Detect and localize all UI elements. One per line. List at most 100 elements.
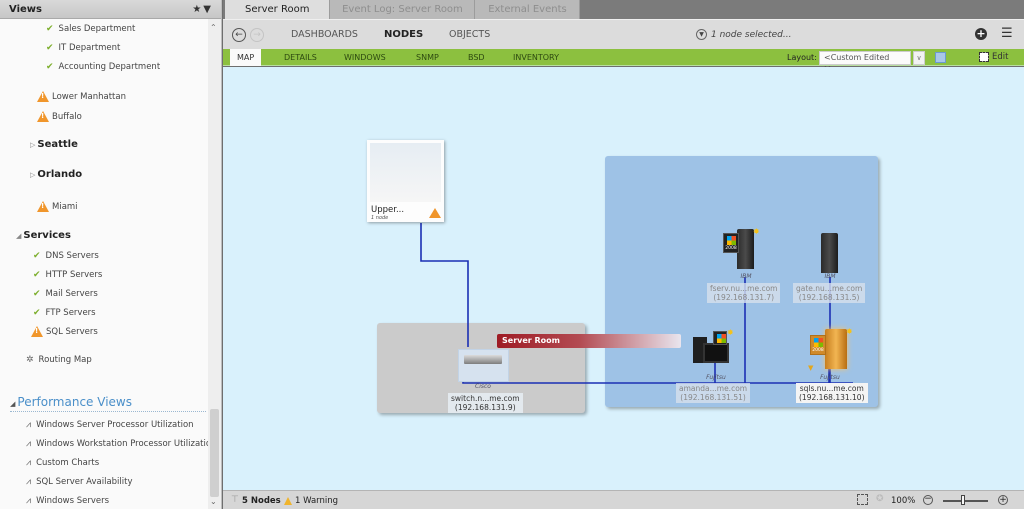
tree-item-routing-map[interactable]: ✲ Routing Map (26, 355, 92, 365)
node-name: fserv.nu...me.com (710, 284, 778, 293)
performance-views-header[interactable]: ◢ Performance Views (10, 395, 132, 409)
submap-count: 1 node (371, 215, 389, 221)
tree-item-lower-manhattan[interactable]: Lower Manhattan (37, 91, 126, 102)
node-ip: (192.168.131.10) (799, 393, 865, 402)
node-selection-box (458, 349, 509, 382)
node-vendor: Cisco (475, 383, 491, 390)
edit-label: Edit (992, 52, 1009, 62)
perf-item-label: Windows Workstation Processor Utilizatio… (36, 439, 208, 449)
menu-icon[interactable]: ☰ (1001, 27, 1013, 41)
status-bar: ⊤ 5 Nodes 1 Warning ✪ 100% − + (223, 490, 1024, 509)
subtab-map[interactable]: MAP (230, 49, 262, 66)
subtab-inventory[interactable]: INVENTORY (513, 49, 559, 66)
warning-icon: ▼ (808, 364, 814, 372)
back-button[interactable]: ← (232, 28, 246, 42)
tree-item-miami[interactable]: Miami (37, 201, 78, 212)
server-icon (825, 329, 847, 369)
node-label: switch.n...me.com (192.168.131.9) (448, 393, 523, 413)
tree-item-buffalo[interactable]: Buffalo (37, 111, 82, 122)
warnings-count[interactable]: 1 Warning (284, 496, 338, 506)
tab-event-log[interactable]: Event Log: Server Room (330, 0, 476, 19)
chevron-down-icon[interactable]: ∨ (913, 51, 925, 65)
filter-icon[interactable]: ▼ (203, 4, 213, 15)
tree-item-label: Orlando (37, 169, 83, 180)
zoom-in-button[interactable]: + (998, 495, 1008, 505)
collapse-icon[interactable]: ◢ (16, 232, 21, 240)
subtab-bsd[interactable]: BSD (468, 49, 485, 66)
perf-item-custom-charts[interactable]: ⩘ Custom Charts (26, 458, 99, 468)
star-icon[interactable]: ★ (192, 4, 203, 15)
zoom-slider[interactable] (943, 500, 988, 502)
subtab-snmp[interactable]: SNMP (416, 49, 439, 66)
nav-bar: ← → DASHBOARDS NODES OBJECTS ▼ 1 node sel… (223, 19, 1024, 49)
scroll-down-icon[interactable]: ⌄ (210, 497, 217, 506)
tree-item-orlando[interactable]: ▷ Orlando (30, 169, 82, 180)
link-submap-switch[interactable] (420, 223, 469, 347)
tree-item-http-servers[interactable]: ✔ HTTP Servers (33, 270, 102, 280)
group-label-server-room[interactable]: Server Room (497, 334, 681, 348)
monitor-icon (703, 343, 729, 363)
sidebar-scrollbar[interactable]: ⌃ ⌄ (208, 19, 221, 509)
tree-item-ftp-servers[interactable]: ✔ FTP Servers (33, 308, 96, 318)
filter-icon[interactable]: ⊤ (231, 495, 239, 505)
os-version: 2008 (725, 246, 737, 251)
tree-item-sql-servers[interactable]: SQL Servers (31, 326, 98, 337)
link-layer (420, 223, 853, 384)
subtab-windows[interactable]: WINDOWS (344, 49, 386, 66)
tree-item-accounting-department[interactable]: ✔ Accounting Department (46, 62, 160, 72)
layout-select[interactable]: <Custom Edited Map> (819, 51, 911, 74)
windows-badge-icon: 2008 (810, 335, 826, 355)
check-icon: ✔ (46, 43, 54, 53)
tab-external-events[interactable]: External Events (475, 0, 581, 19)
tree-item-dns-servers[interactable]: ✔ DNS Servers (33, 251, 99, 261)
expand-icon[interactable]: ▷ (30, 171, 35, 179)
zoom-out-button[interactable]: − (923, 495, 933, 505)
perf-item-sql-server-availability[interactable]: ⩘ SQL Server Availability (26, 477, 133, 487)
perf-item-windows-servers[interactable]: ⩘ Windows Servers (26, 496, 109, 506)
tab-server-room[interactable]: Server Room (225, 0, 331, 19)
views-tree: ✔ Sales Department ✔ IT Department ✔ Accoun… (0, 19, 208, 509)
nav-nodes[interactable]: NODES (384, 29, 423, 40)
tree-item-seattle[interactable]: ▷ Seattle (30, 139, 78, 150)
node-label: gate.nu...me.com (192.168.131.5) (793, 283, 866, 303)
perf-item-windows-workstation-processor[interactable]: ⩘ Windows Workstation Processor Utilizati… (26, 439, 208, 449)
tree-item-sales-department[interactable]: ✔ Sales Department (46, 24, 135, 34)
list-view-icon[interactable] (935, 52, 946, 63)
windows-badge-icon (713, 331, 727, 345)
warning-icon (284, 497, 292, 505)
nodes-count[interactable]: 5 Nodes (242, 496, 281, 506)
zoom-slider-thumb[interactable] (961, 495, 966, 505)
server-icon (737, 229, 754, 269)
add-button[interactable]: + (975, 28, 987, 40)
submap-upper[interactable]: Upper... 1 node (367, 140, 444, 222)
tree-item-mail-servers[interactable]: ✔ Mail Servers (33, 289, 98, 299)
warning-icon (31, 326, 43, 337)
scroll-up-icon[interactable]: ⌃ (210, 23, 217, 32)
perf-item-label: SQL Server Availability (36, 477, 133, 487)
tree-item-services[interactable]: ◢ Services (16, 230, 71, 241)
tree-item-label: SQL Servers (46, 326, 98, 337)
tree-item-label: Sales Department (58, 24, 136, 34)
subtab-details[interactable]: DETAILS (284, 49, 317, 66)
link-switch-bus[interactable] (462, 365, 853, 384)
tree-item-it-department[interactable]: ✔ IT Department (46, 43, 120, 53)
forward-button[interactable]: → (250, 28, 264, 42)
selection-dropdown[interactable]: ▼ 1 node selected... (696, 29, 791, 40)
tree-item-label: HTTP Servers (45, 270, 103, 280)
node-vendor: IBM (740, 273, 752, 280)
document-tabs: Server Room Event Log: Server Room Exter… (223, 0, 1024, 19)
nav-objects[interactable]: OBJECTS (449, 29, 490, 40)
check-icon: ✔ (33, 308, 41, 318)
nav-dashboards[interactable]: DASHBOARDS (291, 29, 358, 40)
expand-icon[interactable]: ▷ (30, 141, 35, 149)
node-vendor: Fujitsu (820, 374, 840, 381)
fit-to-screen-icon[interactable] (857, 494, 868, 505)
map-canvas[interactable]: Upper... 1 node Server Room Cisco switch… (223, 67, 1024, 490)
perf-item-windows-server-processor[interactable]: ⩘ Windows Server Processor Utilization (26, 420, 194, 430)
divider (10, 411, 206, 412)
pin-icon[interactable]: ✪ (876, 494, 884, 504)
perf-item-label: Custom Charts (36, 458, 100, 468)
collapse-icon[interactable]: ◢ (10, 400, 15, 408)
edit-button[interactable]: Edit (979, 52, 1008, 62)
scrollbar-thumb[interactable] (210, 409, 219, 497)
